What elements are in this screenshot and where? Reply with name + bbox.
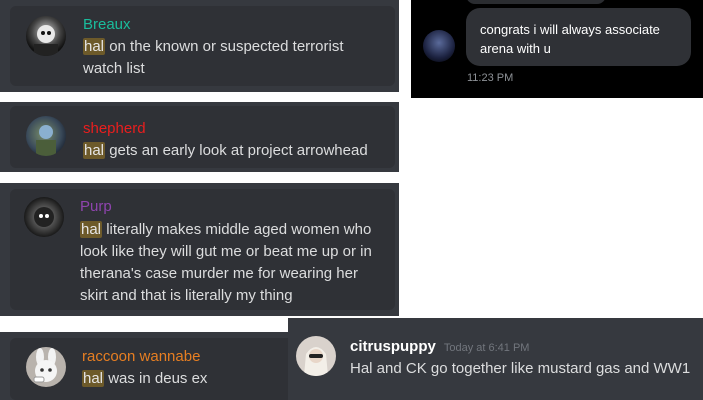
username-raccoon[interactable]: raccoon wannabe bbox=[82, 348, 200, 365]
message-timestamp: Today at 6:41 PM bbox=[443, 342, 530, 354]
avatar-purp[interactable] bbox=[24, 197, 64, 237]
message-card-purp: Purp hal literally makes middle aged wom… bbox=[0, 183, 399, 316]
message-text-shepherd: hal gets an early look at project arrowh… bbox=[83, 142, 368, 159]
message-card-shepherd: shepherd hal gets an early look at proje… bbox=[0, 102, 399, 172]
message-card-citruspuppy: citruspuppy Today at 6:41 PM Hal and CK g… bbox=[288, 318, 703, 400]
mention-highlight: hal bbox=[83, 142, 106, 159]
avatar-dm[interactable] bbox=[423, 30, 455, 62]
message-raccoon: raccoon wannabe hal was in deus ex bbox=[10, 338, 295, 400]
message-text-breaux: hal on the known or suspected terrorist … bbox=[83, 38, 344, 77]
dm-text: congrats i will always associate arena w… bbox=[480, 22, 660, 56]
username-breaux[interactable]: Breaux bbox=[83, 16, 131, 33]
username-purp[interactable]: Purp bbox=[80, 198, 112, 215]
message-text-raccoon: hal was in deus ex bbox=[82, 370, 208, 387]
mention-highlight: hal bbox=[80, 221, 103, 238]
username-citruspuppy[interactable]: citruspuppy Today at 6:41 PM bbox=[350, 338, 529, 355]
message-card-raccoon: raccoon wannabe hal was in deus ex bbox=[0, 332, 295, 400]
dm-time: 11:23 PM bbox=[467, 72, 514, 84]
mention-highlight: hal bbox=[83, 38, 106, 55]
avatar-shepherd[interactable] bbox=[26, 116, 66, 156]
mention-highlight: hal bbox=[82, 370, 105, 387]
avatar-citruspuppy[interactable] bbox=[296, 336, 336, 376]
avatar-breaux[interactable] bbox=[26, 16, 66, 56]
message-breaux: Breaux hal on the known or suspected ter… bbox=[10, 6, 395, 86]
dm-bubble: congrats i will always associate arena w… bbox=[466, 8, 691, 66]
dm-panel: congrats i will always associate arena w… bbox=[411, 0, 703, 98]
message-text-purp: hal literally makes middle aged women wh… bbox=[80, 221, 372, 304]
username-shepherd[interactable]: shepherd bbox=[83, 120, 146, 137]
message-purp: Purp hal literally makes middle aged wom… bbox=[10, 189, 395, 310]
message-text-citruspuppy: Hal and CK go together like mustard gas … bbox=[350, 360, 691, 377]
avatar-raccoon[interactable] bbox=[26, 347, 66, 387]
dm-previous-bubble bbox=[466, 0, 606, 4]
message-shepherd: shepherd hal gets an early look at proje… bbox=[10, 106, 395, 168]
message-card-breaux: Breaux hal on the known or suspected ter… bbox=[0, 0, 399, 92]
